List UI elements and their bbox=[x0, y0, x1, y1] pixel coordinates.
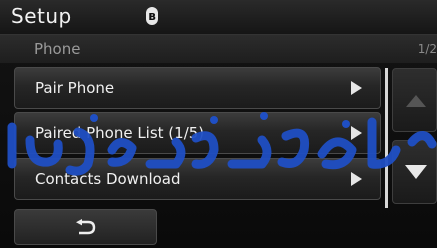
menu-item-pair-phone[interactable]: Pair Phone bbox=[14, 67, 381, 109]
play-arrow-icon bbox=[351, 126, 362, 140]
setup-screen: Setup ʙ Phone 1/2 Pair Phone Paired Phon… bbox=[0, 0, 437, 248]
menu-item-label: Paired Phone List (1/5) bbox=[35, 124, 205, 142]
scroll-up-button[interactable] bbox=[392, 68, 437, 132]
page-indicator: 1/2 bbox=[417, 42, 437, 56]
bluetooth-icon: ʙ bbox=[146, 7, 158, 25]
scroll-down-button[interactable] bbox=[392, 140, 437, 204]
play-arrow-icon bbox=[351, 172, 362, 186]
section-header: Phone 1/2 bbox=[0, 35, 437, 63]
menu-item-contacts-download[interactable]: Contacts Download bbox=[14, 158, 381, 200]
play-arrow-icon bbox=[351, 81, 362, 95]
page-title: Setup bbox=[11, 4, 72, 28]
triangle-up-icon bbox=[406, 95, 426, 107]
menu-item-paired-phone-list[interactable]: Paired Phone List (1/5) bbox=[14, 112, 381, 154]
triangle-down-icon bbox=[405, 165, 427, 179]
title-bar: Setup ʙ bbox=[0, 0, 437, 35]
section-label: Phone bbox=[34, 40, 81, 58]
menu-item-label: Contacts Download bbox=[35, 170, 181, 188]
back-button[interactable] bbox=[14, 209, 157, 245]
scroll-divider bbox=[385, 68, 388, 208]
return-arrow-icon bbox=[76, 219, 96, 235]
menu-item-label: Pair Phone bbox=[35, 79, 115, 97]
